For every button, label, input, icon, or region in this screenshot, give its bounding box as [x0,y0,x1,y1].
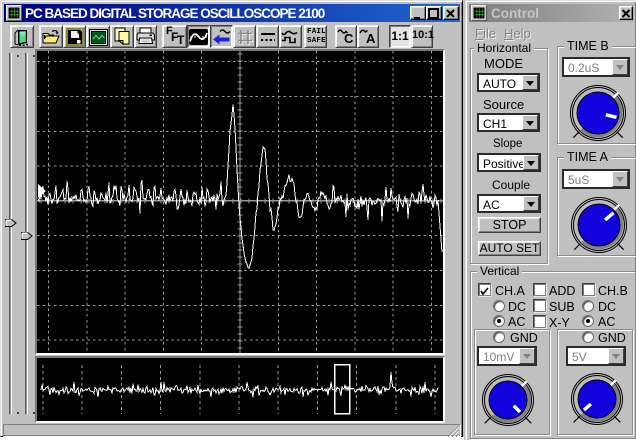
svg-text:A: A [366,31,376,45]
svg-text:C: C [344,31,354,45]
